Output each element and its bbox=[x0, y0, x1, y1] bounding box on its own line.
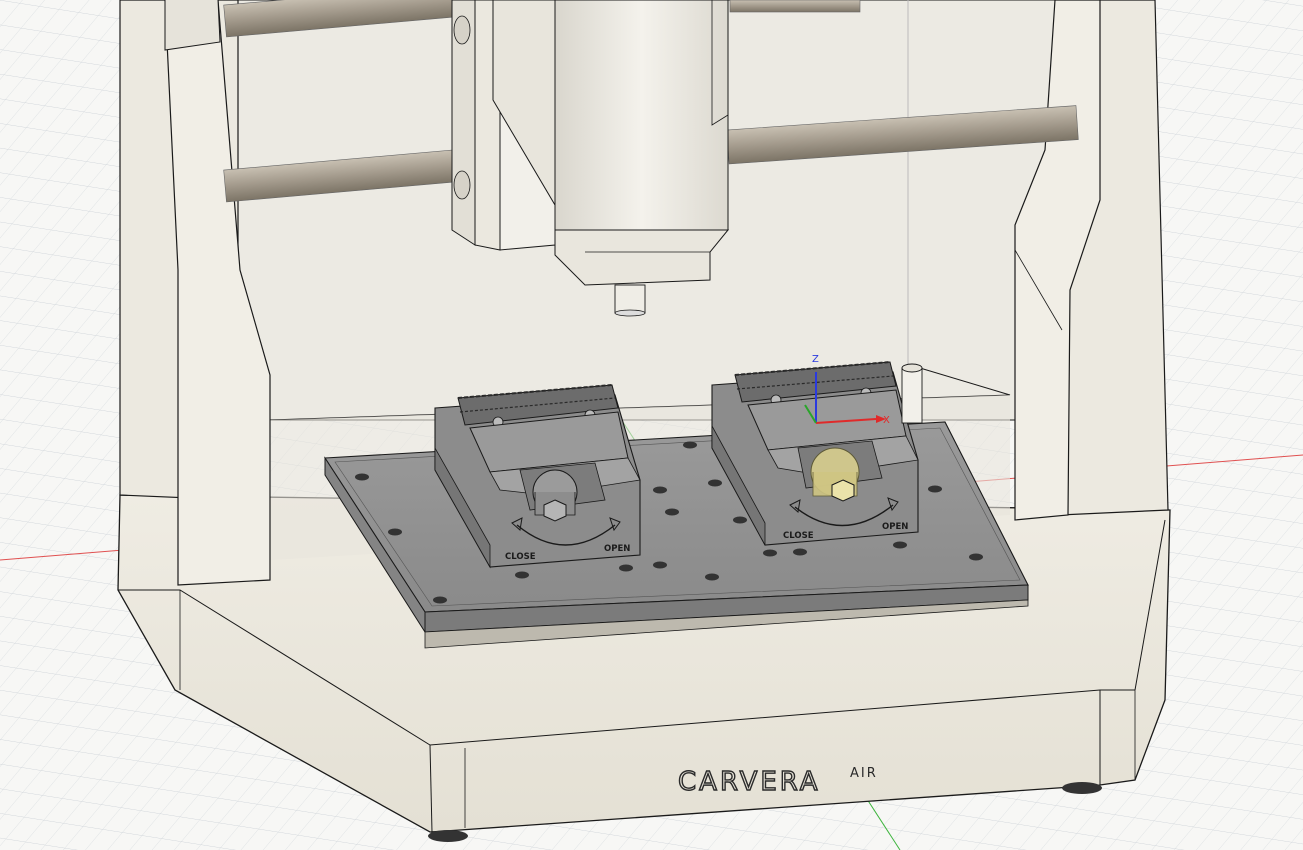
tool-setter[interactable] bbox=[901, 363, 923, 424]
vise-right-close-label: CLOSE bbox=[783, 531, 814, 541]
spindle-collet bbox=[614, 284, 646, 314]
vise-left-close-label: CLOSE bbox=[505, 552, 536, 562]
model-viewport[interactable]: CARVERA AIR CLOSE OPEN CLOSE OPEN Z X bbox=[0, 0, 1303, 850]
triad-x-label: X bbox=[883, 415, 890, 426]
brand-suffix: AIR bbox=[850, 766, 878, 781]
scene-canvas[interactable]: CARVERA AIR CLOSE OPEN CLOSE OPEN Z X bbox=[0, 0, 1303, 850]
foot-front-right bbox=[1062, 782, 1102, 794]
vise-left-open-label: OPEN bbox=[604, 544, 630, 554]
foot-front-left bbox=[428, 830, 468, 842]
triad-z-label: Z bbox=[812, 354, 819, 365]
vise-right-open-label: OPEN bbox=[882, 522, 908, 532]
brand-name: CARVERA bbox=[678, 767, 821, 797]
